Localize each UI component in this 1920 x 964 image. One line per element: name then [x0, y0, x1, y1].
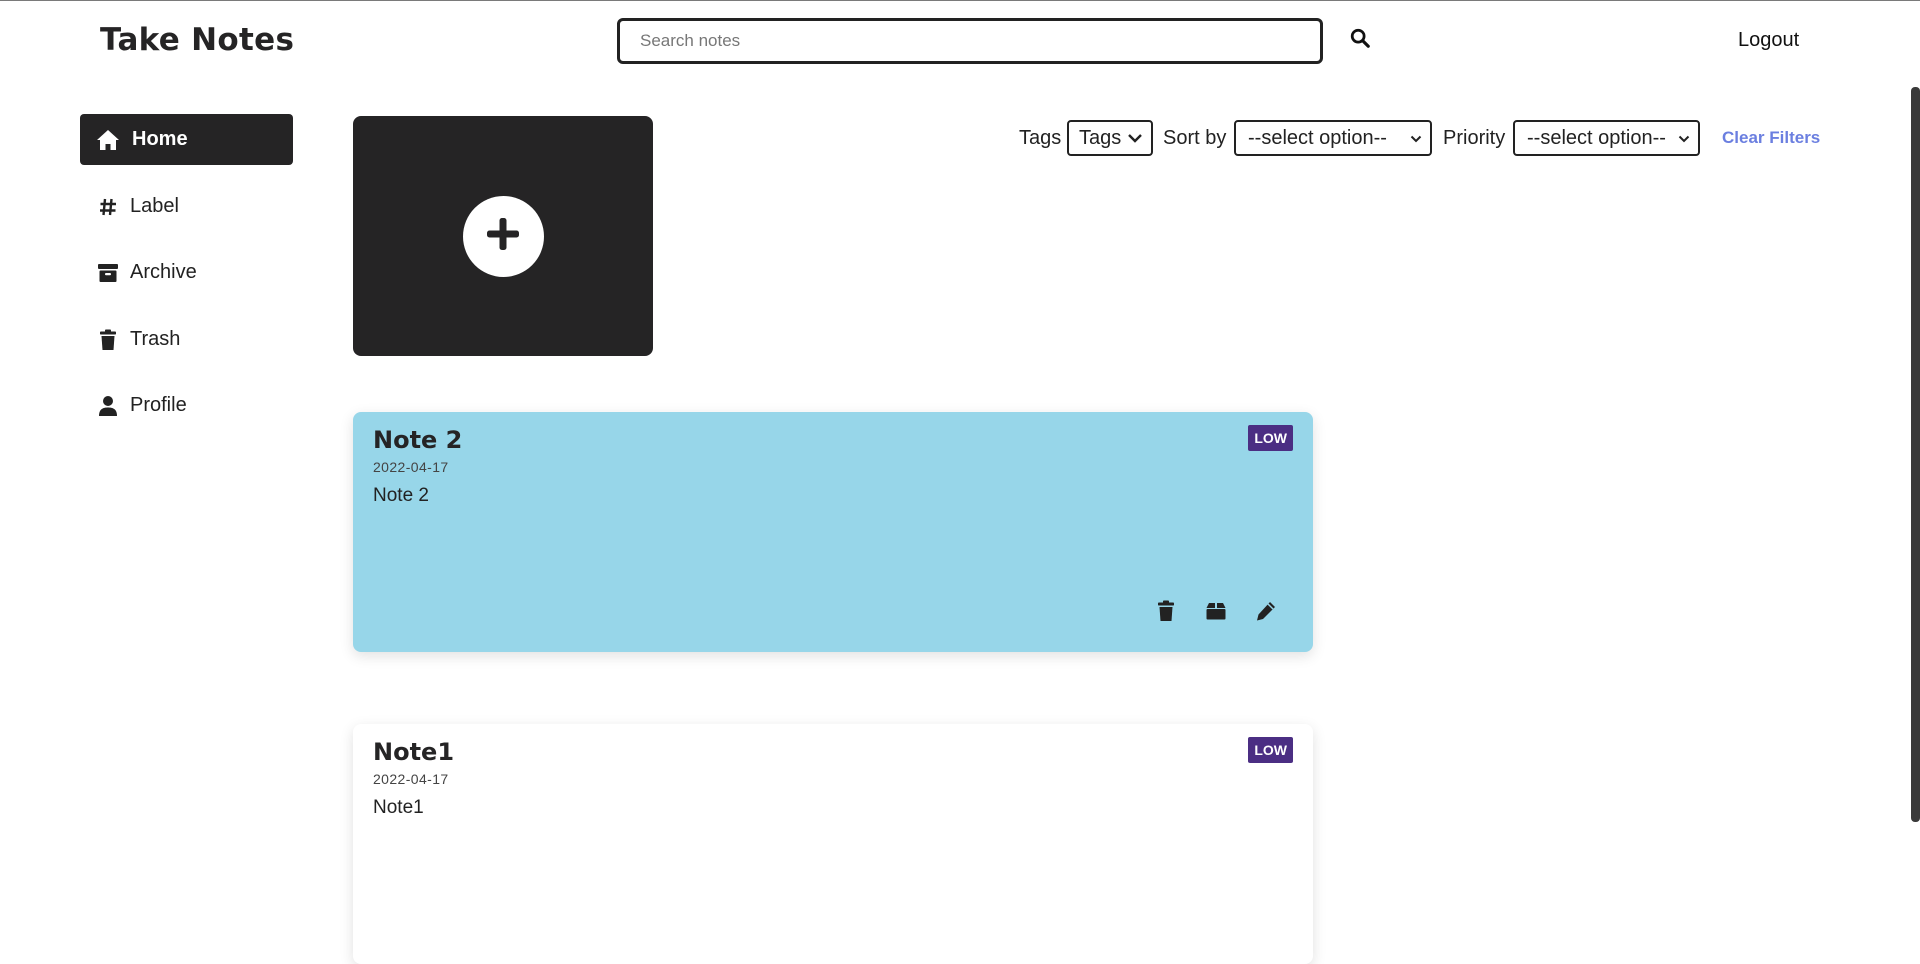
- sidebar-item-archive[interactable]: Archive: [80, 247, 293, 298]
- tags-label: Tags: [1019, 127, 1062, 149]
- note-actions: [1153, 600, 1279, 626]
- pencil-icon: [1255, 600, 1277, 627]
- add-note-button[interactable]: [462, 195, 544, 277]
- page-scrollbar[interactable]: [1911, 87, 1920, 822]
- note-card[interactable]: Note1 2022-04-17 Note1 LOW: [353, 724, 1313, 964]
- logout-button[interactable]: Logout: [1738, 29, 1799, 52]
- sidebar-item-label: Home: [132, 128, 188, 150]
- search-icon: [1349, 27, 1371, 54]
- plus-icon: [483, 214, 523, 259]
- note-date: 2022-04-17: [373, 459, 449, 475]
- archive-icon: [96, 261, 120, 285]
- sidebar-item-label: Label: [130, 195, 179, 217]
- note-title: Note 2: [373, 426, 463, 454]
- sort-label: Sort by: [1163, 127, 1227, 149]
- chevron-down-icon: [1127, 127, 1143, 150]
- sidebar-item-profile[interactable]: Profile: [80, 380, 293, 431]
- archive-note-button[interactable]: [1203, 600, 1229, 626]
- edit-note-button[interactable]: [1253, 600, 1279, 626]
- user-icon: [96, 394, 120, 418]
- tags-select[interactable]: Tags: [1067, 120, 1153, 156]
- trash-icon: [1157, 600, 1175, 627]
- priority-badge: LOW: [1248, 737, 1293, 763]
- top-border: [0, 0, 1920, 1]
- search-button[interactable]: [1346, 26, 1374, 54]
- home-icon: [96, 128, 120, 152]
- sidebar-item-home[interactable]: Home: [80, 114, 293, 165]
- priority-select[interactable]: --select option--: [1513, 120, 1700, 156]
- priority-badge: LOW: [1248, 425, 1293, 451]
- note-body: Note1: [373, 797, 424, 818]
- delete-note-button[interactable]: [1153, 600, 1179, 626]
- clear-filters-link[interactable]: Clear Filters: [1722, 128, 1820, 148]
- priority-select-value: --select option--: [1527, 126, 1666, 149]
- note-date: 2022-04-17: [373, 771, 449, 787]
- note-card[interactable]: Note 2 2022-04-17 Note 2 LOW: [353, 412, 1313, 652]
- sort-select[interactable]: --select option--: [1234, 120, 1432, 156]
- box-icon: [1206, 602, 1226, 625]
- sidebar-item-trash[interactable]: Trash: [80, 314, 293, 365]
- chevron-down-icon: [1678, 127, 1690, 150]
- search-input[interactable]: [617, 18, 1323, 64]
- add-note-card[interactable]: [353, 116, 653, 356]
- hash-icon: [96, 195, 120, 219]
- sidebar-item-label: Archive: [130, 261, 197, 283]
- chevron-down-icon: [1410, 127, 1422, 150]
- note-body: Note 2: [373, 485, 429, 506]
- note-title: Note1: [373, 738, 455, 766]
- sidebar-item-label: Trash: [130, 328, 181, 350]
- tags-select-value: Tags: [1079, 126, 1122, 149]
- priority-label: Priority: [1443, 127, 1506, 149]
- trash-icon: [96, 328, 120, 352]
- sort-select-value: --select option--: [1248, 126, 1387, 149]
- sidebar-item-label-page[interactable]: Label: [80, 181, 293, 232]
- app-title: Take Notes: [100, 22, 295, 58]
- sidebar-item-label: Profile: [130, 394, 187, 416]
